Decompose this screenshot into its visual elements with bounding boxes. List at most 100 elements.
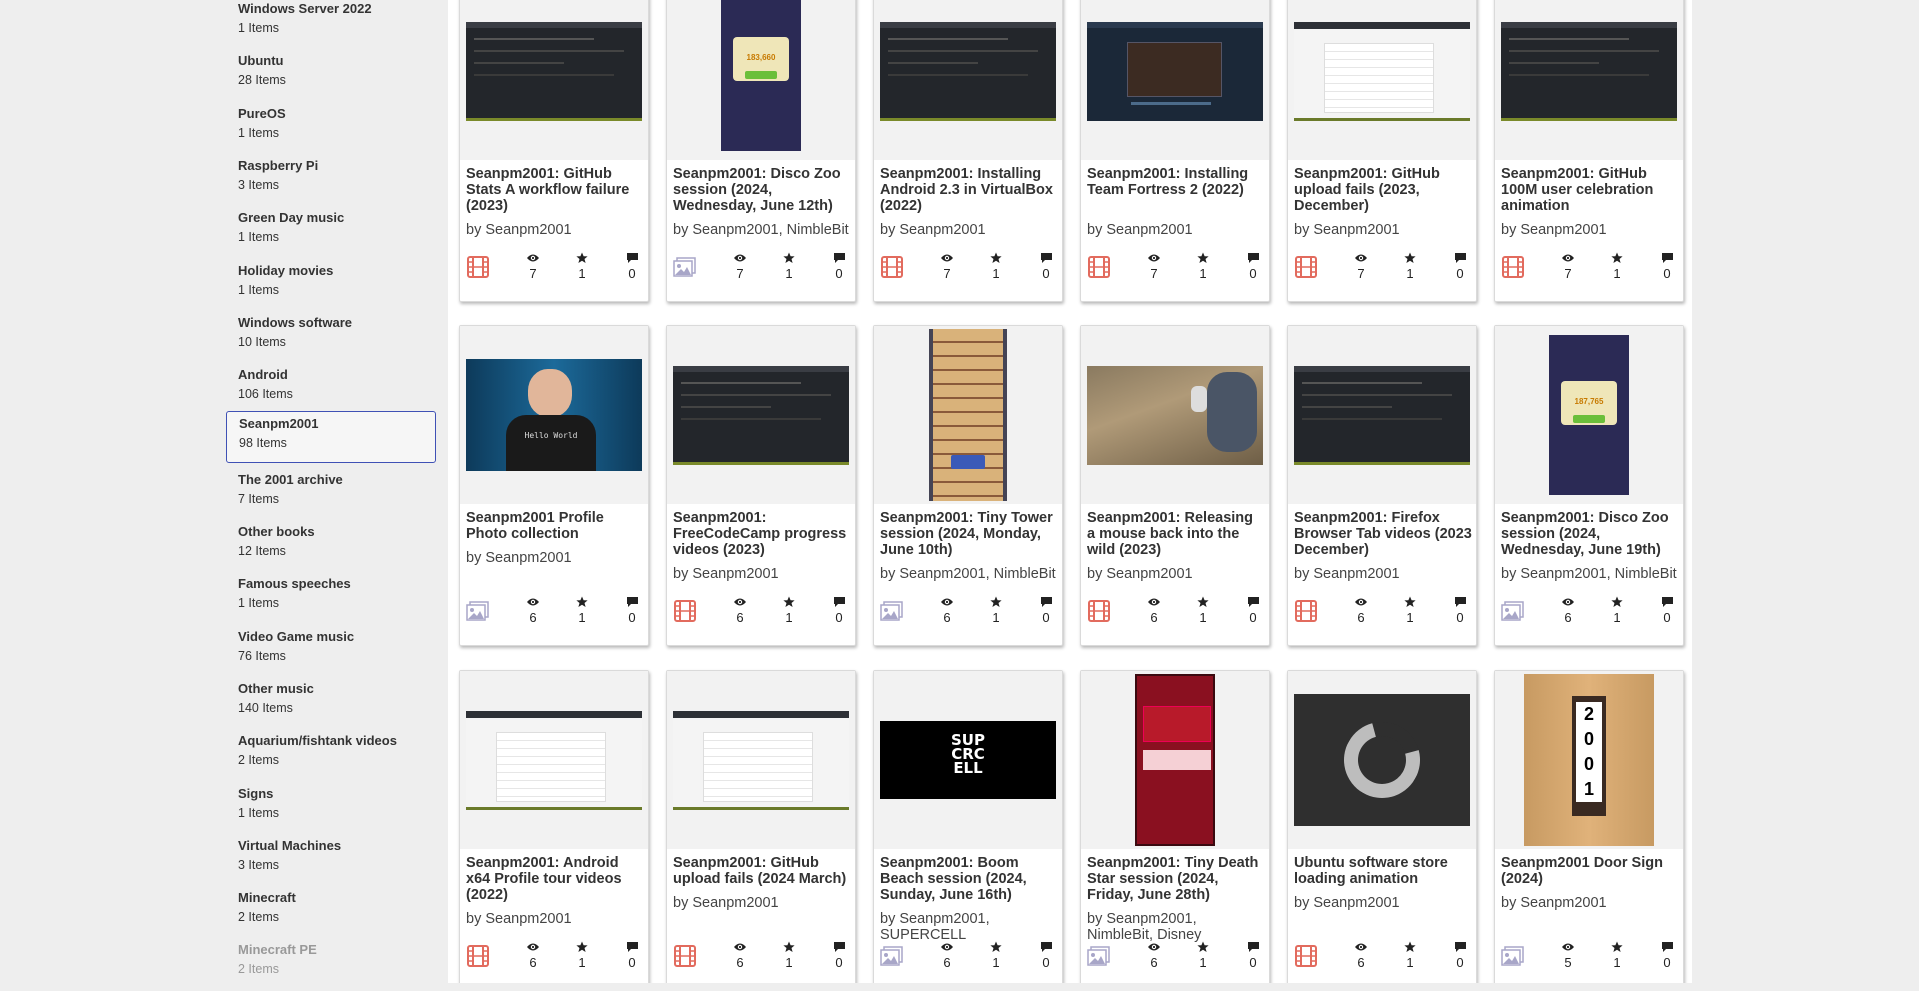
item-thumbnail[interactable] <box>1081 326 1269 504</box>
sidebar-collection[interactable]: Other books 12 Items <box>226 524 436 573</box>
item-thumbnail[interactable] <box>874 0 1062 160</box>
item-tile[interactable]: Seanpm2001: FreeCodeCamp progress videos… <box>666 325 856 646</box>
item-title[interactable]: Seanpm2001: Disco Zoo session (2024, Wed… <box>673 166 851 214</box>
star-icon <box>1602 252 1632 267</box>
item-thumbnail[interactable]: 2001 <box>1495 671 1683 849</box>
eye-icon <box>518 252 548 267</box>
sidebar-collection[interactable]: Signs 1 Items <box>226 786 436 835</box>
favorites-stat: 1 <box>1395 596 1425 625</box>
sidebar-collection[interactable]: Video Game music 76 Items <box>226 629 436 678</box>
reviews-count: 0 <box>628 955 636 970</box>
views-count: 7 <box>1564 266 1572 281</box>
reviews-stat: 0 <box>824 941 854 970</box>
item-tile[interactable]: Seanpm2001: Tiny Death Star session (202… <box>1080 670 1270 983</box>
item-tile[interactable]: Seanpm2001: GitHub 100M user celebration… <box>1494 0 1684 302</box>
sidebar-collection[interactable]: Other music 140 Items <box>226 681 436 730</box>
sidebar-collection[interactable]: Aquarium/fishtank videos 2 Items <box>226 733 436 782</box>
item-title[interactable]: Seanpm2001: Installing Team Fortress 2 (… <box>1087 166 1265 198</box>
item-tile[interactable]: Seanpm2001: Installing Team Fortress 2 (… <box>1080 0 1270 302</box>
comment-icon <box>1031 596 1061 611</box>
movies-icon <box>880 256 904 278</box>
views-stat: 7 <box>932 252 962 281</box>
reviews-stat: 0 <box>1238 596 1268 625</box>
item-thumbnail[interactable] <box>1288 326 1476 504</box>
image-icon <box>880 945 904 967</box>
favorites-count: 1 <box>992 610 1000 625</box>
item-title[interactable]: Seanpm2001: GitHub upload fails (2024 Ma… <box>673 855 851 887</box>
item-creator: by Seanpm2001, NimbleBit <box>1501 566 1677 582</box>
item-tile[interactable]: Hello World Seanpm2001 Profile Photo col… <box>459 325 649 646</box>
sidebar-collection[interactable]: Famous speeches 1 Items <box>226 576 436 625</box>
item-thumbnail[interactable] <box>667 671 855 849</box>
sidebar-collection[interactable]: Minecraft PE 2 Items <box>226 942 436 991</box>
item-title[interactable]: Seanpm2001 Profile Photo collection <box>466 510 644 542</box>
item-tile[interactable]: Seanpm2001: GitHub upload fails (2023, D… <box>1287 0 1477 302</box>
item-title[interactable]: Seanpm2001: GitHub Stats A workflow fail… <box>466 166 644 214</box>
item-thumbnail[interactable] <box>1495 0 1683 160</box>
star-icon <box>1395 596 1425 611</box>
item-tile[interactable]: Seanpm2001: Tiny Tower session (2024, Mo… <box>873 325 1063 646</box>
item-thumbnail[interactable]: Hello World <box>460 326 648 504</box>
item-tile[interactable]: Seanpm2001: Android x64 Profile tour vid… <box>459 670 649 983</box>
item-thumbnail[interactable] <box>1081 671 1269 849</box>
sidebar-collection[interactable]: Windows software 10 Items <box>226 315 436 364</box>
sidebar-collection[interactable]: Windows Server 2022 1 Items <box>226 1 436 50</box>
item-title[interactable]: Ubuntu software store loading animation <box>1294 855 1472 887</box>
sidebar-collection[interactable]: Android 106 Items <box>226 367 436 416</box>
item-thumbnail[interactable]: SUP CRC ELL <box>874 671 1062 849</box>
comment-icon <box>1031 941 1061 956</box>
item-title[interactable]: Seanpm2001: FreeCodeCamp progress videos… <box>673 510 851 558</box>
star-icon <box>774 252 804 267</box>
sidebar-collection[interactable]: Raspberry Pi 3 Items <box>226 158 436 207</box>
item-title[interactable]: Seanpm2001: Boom Beach session (2024, Su… <box>880 855 1058 903</box>
sidebar-collection[interactable]: PureOS 1 Items <box>226 106 436 155</box>
item-tile[interactable]: SUP CRC ELL Seanpm2001: Boom Beach session… <box>873 670 1063 983</box>
item-thumbnail[interactable] <box>1081 0 1269 160</box>
star-icon <box>774 941 804 956</box>
item-creator: by Seanpm2001, NimbleBit <box>880 566 1056 582</box>
item-title[interactable]: Seanpm2001: Releasing a mouse back into … <box>1087 510 1265 558</box>
item-thumbnail[interactable] <box>1288 671 1476 849</box>
item-thumbnail[interactable]: 183,660 <box>667 0 855 160</box>
item-title[interactable]: Seanpm2001: Tiny Death Star session (202… <box>1087 855 1265 903</box>
item-title[interactable]: Seanpm2001 Door Sign (2024) <box>1501 855 1679 887</box>
sidebar-collection[interactable]: Virtual Machines 3 Items <box>226 838 436 887</box>
item-title[interactable]: Seanpm2001: Android x64 Profile tour vid… <box>466 855 644 903</box>
favorites-count: 1 <box>1406 610 1414 625</box>
item-thumbnail[interactable] <box>1288 0 1476 160</box>
item-tile[interactable]: Seanpm2001: GitHub upload fails (2024 Ma… <box>666 670 856 983</box>
favorites-count: 1 <box>1406 266 1414 281</box>
sidebar-collection[interactable]: Minecraft 2 Items <box>226 890 436 939</box>
comment-icon <box>824 596 854 611</box>
item-tile[interactable]: 183,660 Seanpm2001: Disco Zoo session (2… <box>666 0 856 302</box>
item-title[interactable]: Seanpm2001: Disco Zoo session (2024, Wed… <box>1501 510 1679 558</box>
reviews-count: 0 <box>835 955 843 970</box>
item-title[interactable]: Seanpm2001: Tiny Tower session (2024, Mo… <box>880 510 1058 558</box>
views-count: 7 <box>1150 266 1158 281</box>
item-thumbnail[interactable]: 187,765 <box>1495 326 1683 504</box>
item-title[interactable]: Seanpm2001: GitHub 100M user celebration… <box>1501 166 1679 214</box>
item-thumbnail[interactable] <box>460 0 648 160</box>
item-creator: by Seanpm2001 <box>880 222 986 238</box>
sidebar-collection[interactable]: Holiday movies 1 Items <box>226 263 436 312</box>
comment-icon <box>1031 252 1061 267</box>
item-tile[interactable]: Ubuntu software store loading animation … <box>1287 670 1477 983</box>
sidebar-collection[interactable]: The 2001 archive 7 Items <box>226 472 436 521</box>
item-tile[interactable]: Seanpm2001: Installing Android 2.3 in Vi… <box>873 0 1063 302</box>
item-title[interactable]: Seanpm2001: GitHub upload fails (2023, D… <box>1294 166 1472 214</box>
item-tile[interactable]: Seanpm2001: Releasing a mouse back into … <box>1080 325 1270 646</box>
item-tile[interactable]: 2001 Seanpm2001 Door Sign (2024) by Sean… <box>1494 670 1684 983</box>
item-title[interactable]: Seanpm2001: Installing Android 2.3 in Vi… <box>880 166 1058 214</box>
item-thumbnail[interactable] <box>460 671 648 849</box>
item-tile[interactable]: 187,765 Seanpm2001: Disco Zoo session (2… <box>1494 325 1684 646</box>
item-tile[interactable]: Seanpm2001: GitHub Stats A workflow fail… <box>459 0 649 302</box>
item-thumbnail[interactable] <box>667 326 855 504</box>
item-title[interactable]: Seanpm2001: Firefox Browser Tab videos (… <box>1294 510 1472 558</box>
reviews-count: 0 <box>1663 955 1671 970</box>
item-thumbnail[interactable] <box>874 326 1062 504</box>
views-count: 6 <box>1150 955 1158 970</box>
sidebar-collection[interactable]: Seanpm2001 98 Items <box>226 411 436 463</box>
sidebar-collection[interactable]: Ubuntu 28 Items <box>226 53 436 102</box>
item-tile[interactable]: Seanpm2001: Firefox Browser Tab videos (… <box>1287 325 1477 646</box>
sidebar-collection[interactable]: Green Day music 1 Items <box>226 210 436 259</box>
